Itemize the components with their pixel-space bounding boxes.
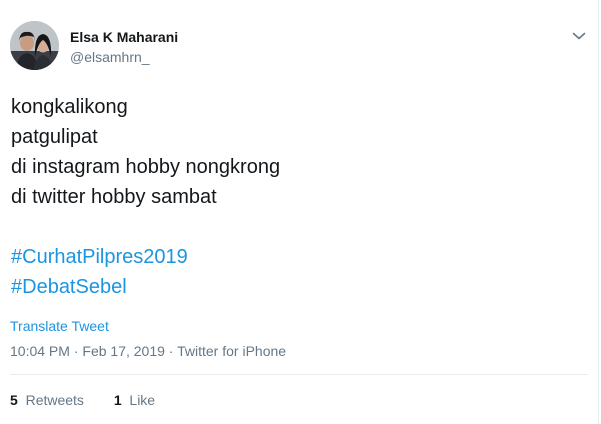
user-avatar[interactable] bbox=[10, 21, 59, 70]
profile-photo-icon bbox=[10, 21, 59, 70]
retweets-stat[interactable]: 5 Retweets bbox=[10, 392, 84, 408]
likes-stat[interactable]: 1 Like bbox=[114, 392, 155, 408]
divider bbox=[10, 374, 588, 375]
tweet-card: Elsa K Maharani @elsamhrn_ kongkalikong … bbox=[0, 0, 599, 424]
tweet-date[interactable]: Feb 17, 2019 bbox=[82, 343, 165, 359]
tweet-text-line: kongkalikong bbox=[11, 96, 128, 118]
tweet-time[interactable]: 10:04 PM bbox=[10, 343, 70, 359]
tweet-text-line: patgulipat bbox=[11, 126, 98, 148]
hashtag-link[interactable]: #DebatSebel bbox=[11, 272, 280, 302]
user-display-name[interactable]: Elsa K Maharani bbox=[70, 29, 178, 45]
tweet-stats: 5 Retweets 1 Like bbox=[10, 392, 155, 408]
tweet-meta: 10:04 PM · Feb 17, 2019 · Twitter for iP… bbox=[10, 343, 286, 359]
meta-separator: · bbox=[69, 343, 83, 359]
likes-label: Like bbox=[129, 392, 156, 408]
user-handle[interactable]: @elsamhrn_ bbox=[70, 49, 150, 65]
tweet-text-line: di instagram hobby nongkrong bbox=[11, 156, 281, 178]
retweets-label: Retweets bbox=[25, 392, 84, 408]
chevron-down-icon[interactable] bbox=[571, 28, 587, 44]
tweet-source: Twitter for iPhone bbox=[177, 343, 287, 359]
tweet-text-line: di twitter hobby sambat bbox=[11, 186, 217, 208]
tweet-text: kongkalikong patgulipat di instagram hob… bbox=[11, 92, 280, 302]
translate-tweet-link[interactable]: Translate Tweet bbox=[10, 318, 109, 334]
hashtag-link[interactable]: #CurhatPilpres2019 bbox=[11, 242, 280, 272]
meta-separator: · bbox=[164, 343, 178, 359]
retweets-count: 5 bbox=[10, 392, 18, 408]
likes-count: 1 bbox=[113, 392, 122, 408]
